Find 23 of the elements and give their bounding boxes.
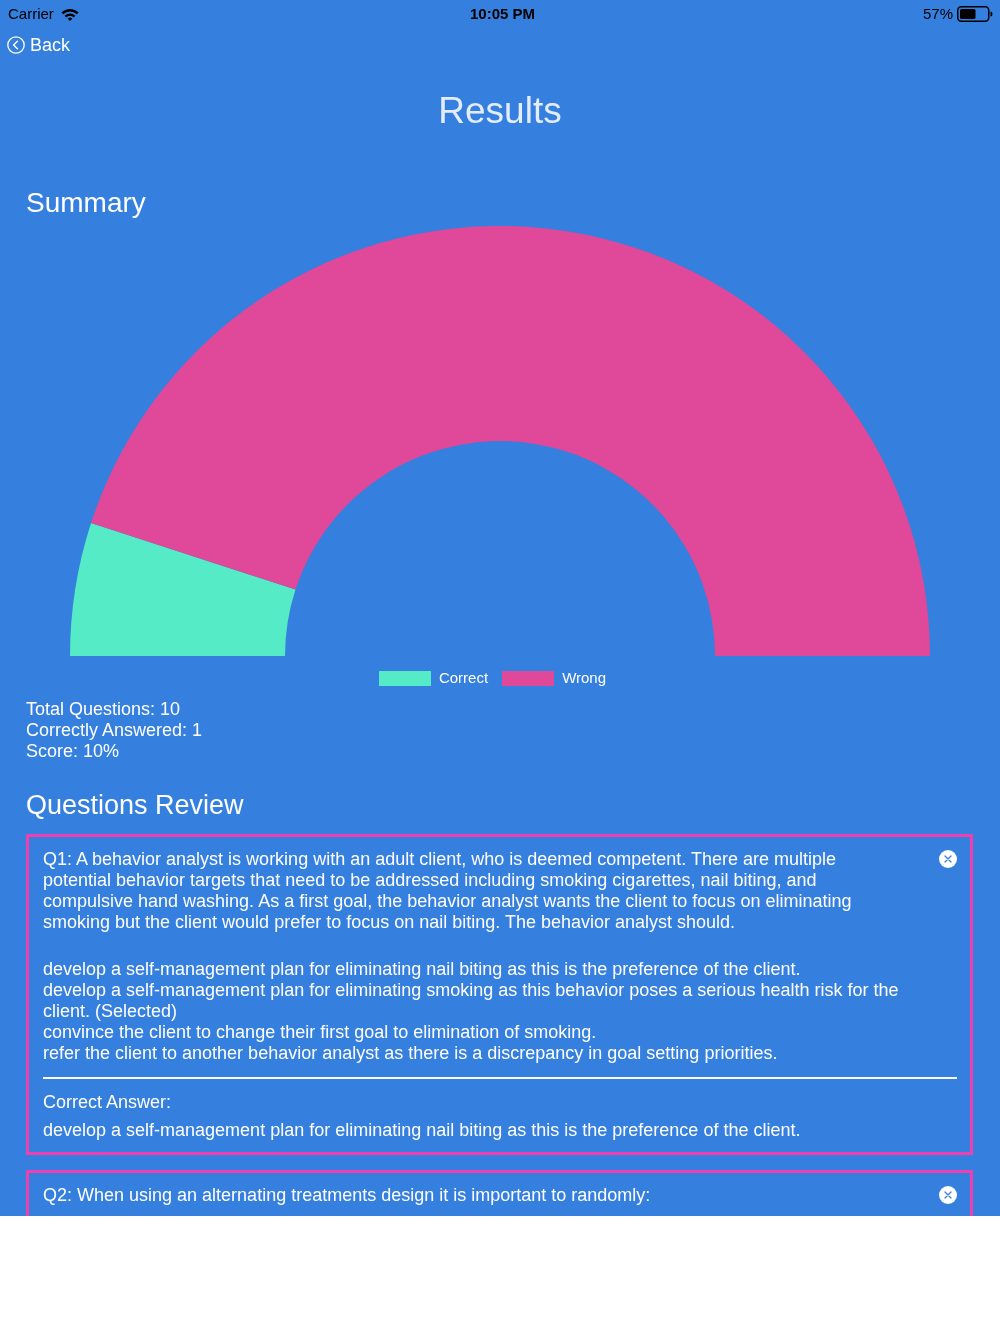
stat-line: Total Questions: 10 xyxy=(26,699,182,720)
correct-answer-label: Correct Answer: xyxy=(43,1092,173,1113)
battery-percent: 57% xyxy=(922,5,953,23)
stat-line: Score: 10% xyxy=(26,741,121,762)
legend-label: Correct xyxy=(438,669,489,687)
correct-answer-text: develop a self-management plan for eliminating nail biting as this is the preference of the client. xyxy=(43,1120,802,1141)
answer-option: develop a self-management plan for eliminating nail biting as this is the preference of the client. xyxy=(43,959,946,980)
chevron-circle-icon xyxy=(7,36,25,54)
screen-title: Results xyxy=(437,89,563,133)
question-text: Q2: When using an alternating treatments design it is important to randomly: xyxy=(43,1185,652,1206)
stat-line: Correctly Answered: 1 xyxy=(26,720,204,741)
answer-option: develop a self-management plan for eliminating smoking as this behavior poses a serious health risk for the client. (Selected) xyxy=(43,980,946,1022)
status-time: 10:05 PM xyxy=(468,5,535,23)
answer-option: convince the client to change their first goal to elimination of smoking. xyxy=(43,1022,946,1043)
section-heading: Questions Review xyxy=(26,789,245,822)
battery-icon xyxy=(957,6,993,22)
answer-option: refer the client to another behavior analyst as there is a discrepancy in goal setting priorities. xyxy=(43,1043,946,1064)
wifi-icon xyxy=(60,7,79,21)
question-text: Q1: A behavior analyst is working with an adult client, who is deemed competent. There are multiple potential behavior targets that need to be addressed including smoking cigarettes, nail biting, and compulsive hand washing. As a first goal, the behavior analyst wants the client to focus on eliminating smoking but the client would prefer to focus on nail biting. The behavior analyst should. xyxy=(43,849,853,933)
section-heading: Summary xyxy=(26,186,147,220)
legend-label: Wrong xyxy=(562,669,607,687)
carrier-name: Carrier xyxy=(8,5,54,23)
back-button[interactable]: Back xyxy=(7,34,71,56)
